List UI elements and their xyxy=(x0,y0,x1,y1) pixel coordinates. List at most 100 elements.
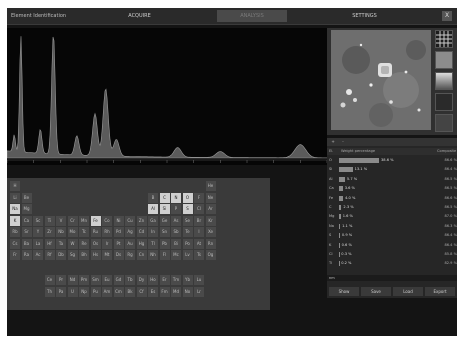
element-re[interactable]: Re xyxy=(79,238,89,249)
element-bh[interactable]: Bh xyxy=(79,250,89,260)
element-k[interactable]: K xyxy=(10,215,20,226)
element-in[interactable]: In xyxy=(148,227,158,237)
element-cs[interactable]: Cs xyxy=(10,238,20,249)
element-sn[interactable]: Sn xyxy=(159,227,170,237)
element-as[interactable]: As xyxy=(171,215,181,226)
element-mn[interactable]: Mn xyxy=(79,215,89,226)
element-na[interactable]: Na xyxy=(10,204,20,214)
element-fm[interactable]: Fm xyxy=(159,286,170,297)
element-at[interactable]: At xyxy=(194,238,204,249)
element-no[interactable]: No xyxy=(182,286,193,297)
element-eu[interactable]: Eu xyxy=(102,275,112,286)
element-te[interactable]: Te xyxy=(182,227,193,237)
element-dy[interactable]: Dy xyxy=(136,275,147,286)
element-ir[interactable]: Ir xyxy=(102,238,112,249)
result-row[interactable]: S 0.9 % 86.4 % xyxy=(327,232,457,239)
save-button[interactable]: Save xyxy=(361,287,391,296)
element-tc[interactable]: Tc xyxy=(79,227,89,237)
element-xe[interactable]: Xe xyxy=(205,227,216,237)
element-nd[interactable]: Nd xyxy=(67,275,78,286)
element-cr[interactable]: Cr xyxy=(67,215,78,226)
element-bi[interactable]: Bi xyxy=(171,238,181,249)
element-os[interactable]: Os xyxy=(90,238,101,249)
element-rh[interactable]: Rh xyxy=(102,227,112,237)
element-b[interactable]: B xyxy=(148,192,158,203)
element-u[interactable]: U xyxy=(67,286,78,297)
element-ge[interactable]: Ge xyxy=(159,215,170,226)
element-nh[interactable]: Nh xyxy=(148,250,158,260)
element-tb[interactable]: Tb xyxy=(125,275,135,286)
element-mc[interactable]: Mc xyxy=(171,250,181,260)
element-pa[interactable]: Pa xyxy=(56,286,66,297)
element-fe[interactable]: Fe xyxy=(90,215,101,226)
thumbnail-grid[interactable] xyxy=(435,30,453,48)
element-db[interactable]: Db xyxy=(56,250,66,260)
element-ca[interactable]: Ca xyxy=(21,215,32,226)
element-pd[interactable]: Pd xyxy=(113,227,124,237)
element-kr[interactable]: Kr xyxy=(205,215,216,226)
element-pu[interactable]: Pu xyxy=(90,286,101,297)
element-w[interactable]: W xyxy=(67,238,78,249)
element-po[interactable]: Po xyxy=(182,238,193,249)
result-row[interactable]: Fe 4.0 % 86.6 % xyxy=(327,195,457,202)
element-h[interactable]: H xyxy=(10,181,20,191)
element-og[interactable]: Og xyxy=(205,250,216,260)
element-mo[interactable]: Mo xyxy=(67,227,78,237)
tab-analysis[interactable]: ANALYSIS xyxy=(217,10,287,22)
element-pt[interactable]: Pt xyxy=(113,238,124,249)
element-lu[interactable]: Lu xyxy=(194,275,204,286)
element-i[interactable]: I xyxy=(194,227,204,237)
element-li[interactable]: Li xyxy=(10,192,20,203)
element-cd[interactable]: Cd xyxy=(136,227,147,237)
result-row[interactable]: Mg 1.6 % 87.0 % xyxy=(327,213,457,220)
element-co[interactable]: Co xyxy=(102,215,112,226)
element-bk[interactable]: Bk xyxy=(125,286,135,297)
element-sr[interactable]: Sr xyxy=(21,227,32,237)
element-hf[interactable]: Hf xyxy=(44,238,55,249)
export-button[interactable]: Export xyxy=(425,287,455,296)
element-cn[interactable]: Cn xyxy=(136,250,147,260)
element-c[interactable]: C xyxy=(159,192,170,203)
element-la[interactable]: La xyxy=(33,238,43,249)
element-ar[interactable]: Ar xyxy=(205,204,216,214)
thumbnail-gradient[interactable] xyxy=(435,72,453,90)
element-ru[interactable]: Ru xyxy=(90,227,101,237)
tab-settings[interactable]: SETTINGS xyxy=(327,10,402,22)
element-ga[interactable]: Ga xyxy=(148,215,158,226)
element-ni[interactable]: Ni xyxy=(113,215,124,226)
element-pm[interactable]: Pm xyxy=(79,275,89,286)
element-si[interactable]: Si xyxy=(159,204,170,214)
element-tm[interactable]: Tm xyxy=(171,275,181,286)
element-be[interactable]: Be xyxy=(21,192,32,203)
element-gd[interactable]: Gd xyxy=(113,275,124,286)
element-ds[interactable]: Ds xyxy=(113,250,124,260)
element-ne[interactable]: Ne xyxy=(205,192,216,203)
element-mt[interactable]: Mt xyxy=(102,250,112,260)
element-sb[interactable]: Sb xyxy=(171,227,181,237)
element-rf[interactable]: Rf xyxy=(44,250,55,260)
element-he[interactable]: He xyxy=(205,181,216,191)
element-ts[interactable]: Ts xyxy=(194,250,204,260)
element-al[interactable]: Al xyxy=(148,204,158,214)
results-tab-add[interactable]: + xyxy=(329,139,337,145)
result-row[interactable]: C 2.3 % 86.5 % xyxy=(327,204,457,211)
element-lr[interactable]: Lr xyxy=(194,286,204,297)
element-ti[interactable]: Ti xyxy=(44,215,55,226)
thumbnail-selected[interactable] xyxy=(435,114,453,132)
results-tab-remove[interactable]: - xyxy=(339,139,347,145)
element-o[interactable]: O xyxy=(182,192,193,203)
element-rn[interactable]: Rn xyxy=(205,238,216,249)
element-fr[interactable]: Fr xyxy=(10,250,20,260)
result-row[interactable]: Si 13.1 % 86.4 % xyxy=(327,166,457,173)
thumbnail-overview[interactable] xyxy=(435,51,453,69)
element-ra[interactable]: Ra xyxy=(21,250,32,260)
element-ag[interactable]: Ag xyxy=(125,227,135,237)
element-cu[interactable]: Cu xyxy=(125,215,135,226)
element-am[interactable]: Am xyxy=(102,286,112,297)
element-n[interactable]: N xyxy=(171,192,181,203)
element-sc[interactable]: Sc xyxy=(33,215,43,226)
element-th[interactable]: Th xyxy=(44,286,55,297)
element-y[interactable]: Y xyxy=(33,227,43,237)
element-fl[interactable]: Fl xyxy=(159,250,170,260)
element-yb[interactable]: Yb xyxy=(182,275,193,286)
